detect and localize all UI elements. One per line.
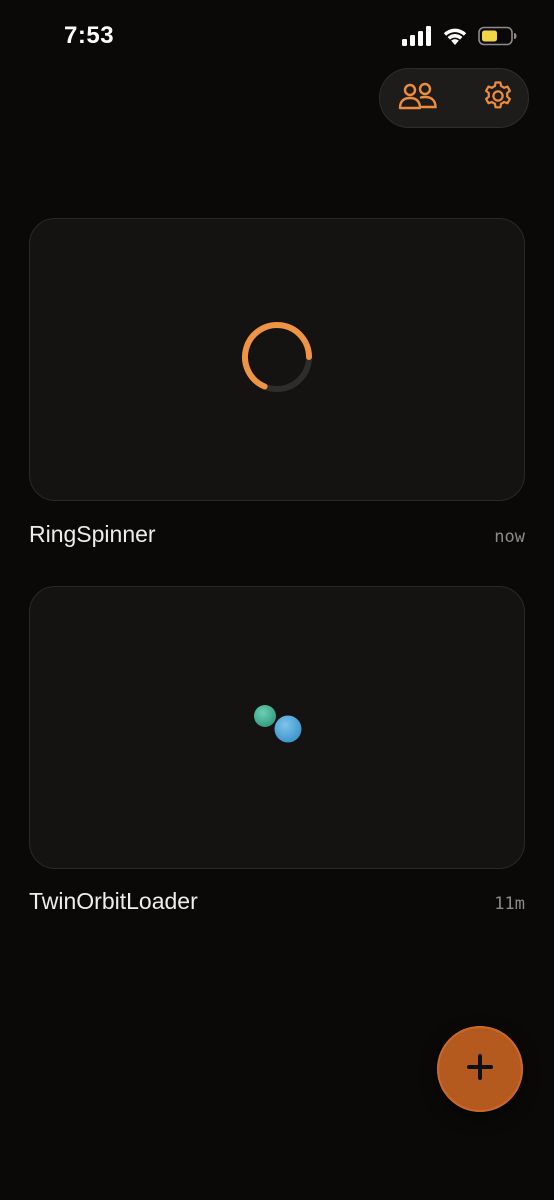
status-icons xyxy=(402,26,518,46)
wifi-icon xyxy=(442,26,468,46)
gear-icon xyxy=(482,80,514,117)
updated-time: now xyxy=(494,527,525,547)
add-button[interactable] xyxy=(437,1026,523,1112)
updated-time: 11m xyxy=(494,894,525,914)
settings-button[interactable] xyxy=(468,69,528,127)
twin-orbit-preview xyxy=(247,700,307,755)
status-time: 7:53 xyxy=(64,22,115,49)
people-icon xyxy=(398,81,438,116)
top-toolbar xyxy=(379,68,529,128)
component-name: RingSpinner xyxy=(29,521,156,547)
people-button[interactable] xyxy=(388,69,448,127)
card-preview xyxy=(30,219,524,500)
component-card-twinorbitloader[interactable] xyxy=(29,586,525,869)
battery-icon xyxy=(478,26,518,46)
plus-icon xyxy=(465,1052,495,1087)
cellular-signal-icon xyxy=(402,26,432,46)
component-name: TwinOrbitLoader xyxy=(29,888,198,914)
ring-spinner-preview xyxy=(239,319,315,400)
card-preview xyxy=(30,587,524,868)
component-card-ringspinner[interactable] xyxy=(29,218,525,501)
